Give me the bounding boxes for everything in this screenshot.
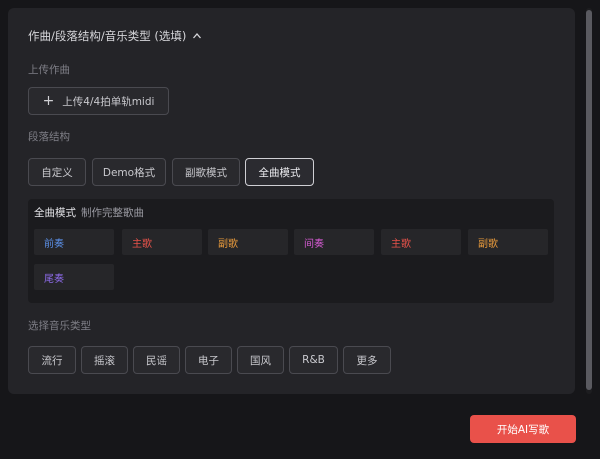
section-block: 副歌 (468, 229, 548, 255)
chevron-up-icon (193, 33, 202, 39)
genre-option-rnb[interactable]: R&B (289, 346, 338, 374)
genre-option-folk[interactable]: 民谣 (133, 346, 180, 374)
section-block: 尾奏 (34, 264, 114, 290)
scrollbar-track[interactable] (586, 8, 592, 394)
mode-title-row: 全曲模式 制作完整歌曲 (34, 205, 144, 220)
section-header-toggle[interactable]: 作曲/段落结构/音乐类型 (选填) (28, 28, 202, 44)
plus-icon: + (42, 93, 55, 109)
structure-option-chorus[interactable]: 副歌模式 (172, 158, 240, 186)
structure-option-demo[interactable]: Demo格式 (92, 158, 166, 186)
genre-option-guofeng[interactable]: 国风 (237, 346, 284, 374)
section-header-title: 作曲/段落结构/音乐类型 (选填) (28, 29, 187, 43)
start-ai-songwriting-button[interactable]: 开始AI写歌 (470, 415, 576, 443)
genre-option-electronic[interactable]: 电子 (185, 346, 232, 374)
mode-preview: 全曲模式 制作完整歌曲 前奏 主歌 副歌 间奏 主歌 副歌 尾奏 (28, 199, 554, 303)
upload-label: 上传作曲 (28, 64, 70, 76)
scrollbar-thumb[interactable] (586, 10, 592, 390)
genre-option-rock[interactable]: 摇滚 (81, 346, 128, 374)
structure-label: 段落结构 (28, 131, 70, 143)
upload-midi-button[interactable]: + 上传4/4拍单轨midi (28, 87, 169, 115)
mode-title: 全曲模式 (34, 207, 76, 219)
section-block: 前奏 (34, 229, 114, 255)
genre-label: 选择音乐类型 (28, 320, 91, 332)
section-block: 主歌 (122, 229, 202, 255)
section-block: 副歌 (208, 229, 288, 255)
upload-midi-button-label: 上传4/4拍单轨midi (62, 95, 155, 108)
genre-option-more[interactable]: 更多 (343, 346, 391, 374)
genre-option-pop[interactable]: 流行 (28, 346, 76, 374)
section-block: 间奏 (294, 229, 374, 255)
mode-subtitle: 制作完整歌曲 (81, 207, 144, 219)
section-block: 主歌 (381, 229, 461, 255)
structure-option-custom[interactable]: 自定义 (28, 158, 86, 186)
structure-option-full-song[interactable]: 全曲模式 (245, 158, 314, 186)
